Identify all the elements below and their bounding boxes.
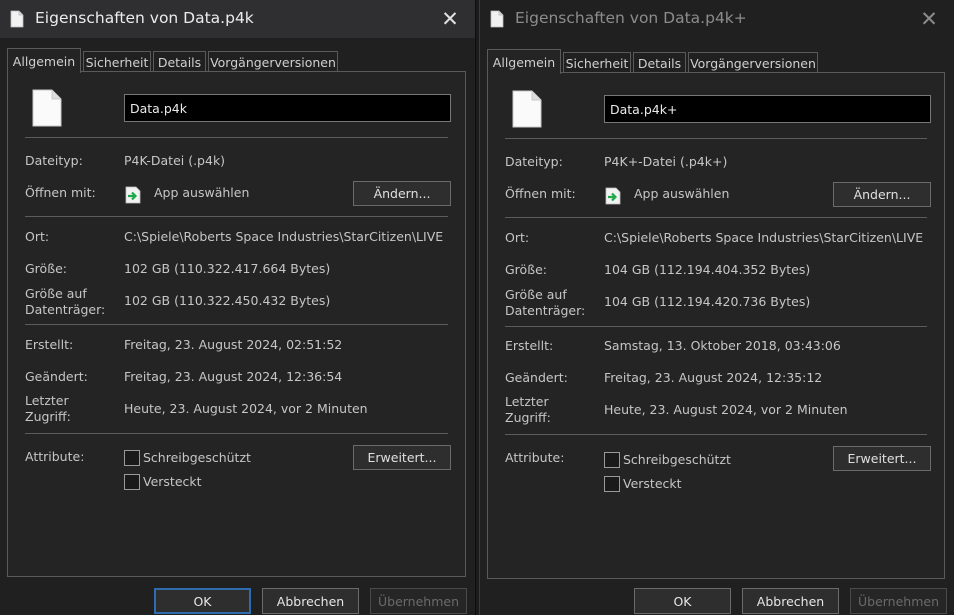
- modified-value: Freitag, 23. August 2024, 12:36:54: [124, 369, 343, 384]
- separator: [505, 326, 927, 327]
- modified-label: Geändert:: [505, 370, 568, 385]
- filetype-value: P4K-Datei (.p4k): [124, 153, 226, 168]
- cancel-button[interactable]: Abbrechen: [742, 588, 839, 614]
- apply-button[interactable]: Übernehmen: [370, 588, 467, 614]
- size-value: 104 GB (112.194.404.352 Bytes): [604, 262, 811, 277]
- location-value: C:\Spiele\Roberts Space Industries\StarC…: [604, 230, 924, 245]
- cancel-button[interactable]: Abbrechen: [262, 588, 359, 614]
- modified-value: Freitag, 23. August 2024, 12:35:12: [604, 370, 823, 385]
- filetype-label: Dateityp:: [25, 153, 83, 168]
- filetype-label: Dateityp:: [505, 154, 563, 169]
- created-value: Samstag, 13. Oktober 2018, 03:43:06: [604, 338, 841, 353]
- separator: [505, 217, 927, 218]
- size-label: Größe:: [25, 261, 67, 276]
- attributes-label: Attribute:: [505, 450, 565, 465]
- document-icon: [10, 10, 24, 28]
- blank-file-icon: [512, 90, 542, 128]
- ok-button[interactable]: OK: [634, 588, 731, 614]
- tab-details[interactable]: Details: [153, 51, 206, 72]
- separator: [25, 137, 448, 138]
- dialog-title: Eigenschaften von Data.p4k+: [515, 9, 747, 27]
- location-label: Ort:: [25, 229, 50, 244]
- properties-dialog-data-p4k: Eigenschaften von Data.p4k ✕ Allgemein S…: [0, 0, 476, 615]
- advanced-button[interactable]: Erweitert...: [833, 446, 931, 471]
- tab-vorgaengerversionen[interactable]: Vorgängerversionen: [688, 52, 818, 73]
- general-tab-panel: Dateityp: P4K+-Datei (.p4k+) Öffnen mit:…: [487, 72, 945, 579]
- general-tab-panel: Dateityp: P4K-Datei (.p4k) Öffnen mit: A…: [7, 71, 466, 577]
- size-value: 102 GB (110.322.417.664 Bytes): [124, 261, 331, 276]
- size-label: Größe:: [505, 262, 547, 277]
- separator: [505, 138, 927, 139]
- ok-button[interactable]: OK: [154, 588, 251, 614]
- tab-vorgaengerversionen[interactable]: Vorgängerversionen: [208, 51, 338, 72]
- separator: [25, 324, 448, 325]
- created-label: Erstellt:: [505, 338, 554, 353]
- disksize-label: Größe auf Datenträger:: [25, 286, 106, 317]
- change-button[interactable]: Ändern...: [833, 182, 931, 207]
- readonly-checkbox[interactable]: [604, 452, 620, 468]
- tab-sicherheit[interactable]: Sicherheit: [83, 51, 151, 72]
- tab-allgemein[interactable]: Allgemein: [7, 48, 81, 73]
- separator: [25, 216, 448, 217]
- advanced-button[interactable]: Erweitert...: [353, 445, 451, 470]
- open-with-app-icon: [125, 186, 141, 204]
- document-icon: [490, 10, 504, 28]
- tab-details[interactable]: Details: [633, 52, 686, 73]
- filename-input[interactable]: [604, 95, 931, 123]
- blank-file-icon: [32, 89, 62, 127]
- openwith-value: App auswählen: [634, 186, 730, 201]
- filetype-value: P4K+-Datei (.p4k+): [604, 154, 728, 169]
- change-button[interactable]: Ändern...: [353, 181, 451, 206]
- accessed-value: Heute, 23. August 2024, vor 2 Minuten: [124, 401, 368, 416]
- accessed-label: Letzter Zugriff:: [25, 393, 71, 424]
- separator: [25, 433, 448, 434]
- apply-button[interactable]: Übernehmen: [850, 588, 947, 614]
- tab-allgemein[interactable]: Allgemein: [487, 49, 561, 74]
- title-bar[interactable]: Eigenschaften von Data.p4k+ ✕: [480, 0, 954, 38]
- accessed-value: Heute, 23. August 2024, vor 2 Minuten: [604, 402, 848, 417]
- accessed-label: Letzter Zugriff:: [505, 394, 551, 425]
- readonly-label[interactable]: Schreibgeschützt: [623, 452, 731, 467]
- separator: [505, 434, 927, 435]
- readonly-label[interactable]: Schreibgeschützt: [143, 450, 251, 465]
- hidden-checkbox[interactable]: [124, 474, 140, 490]
- modified-label: Geändert:: [25, 369, 88, 384]
- readonly-checkbox[interactable]: [124, 450, 140, 466]
- attributes-label: Attribute:: [25, 449, 85, 464]
- openwith-label: Öffnen mit:: [505, 186, 576, 201]
- close-icon[interactable]: ✕: [427, 1, 473, 37]
- hidden-label[interactable]: Versteckt: [143, 474, 202, 489]
- openwith-value: App auswählen: [154, 185, 250, 200]
- created-value: Freitag, 23. August 2024, 02:51:52: [124, 337, 343, 352]
- properties-dialog-data-p4k-plus: Eigenschaften von Data.p4k+ ✕ Allgemein …: [479, 0, 954, 615]
- location-value: C:\Spiele\Roberts Space Industries\StarC…: [124, 229, 444, 244]
- disksize-value: 102 GB (110.322.450.432 Bytes): [124, 293, 331, 308]
- tab-sicherheit[interactable]: Sicherheit: [563, 52, 631, 73]
- openwith-label: Öffnen mit:: [25, 185, 96, 200]
- dialog-title: Eigenschaften von Data.p4k: [35, 9, 254, 27]
- filename-input[interactable]: [124, 94, 451, 122]
- close-icon[interactable]: ✕: [906, 1, 952, 37]
- disksize-value: 104 GB (112.194.420.736 Bytes): [604, 294, 811, 309]
- open-with-app-icon: [605, 187, 621, 205]
- created-label: Erstellt:: [25, 337, 74, 352]
- title-bar[interactable]: Eigenschaften von Data.p4k ✕: [0, 0, 475, 38]
- location-label: Ort:: [505, 230, 530, 245]
- disksize-label: Größe auf Datenträger:: [505, 287, 586, 318]
- hidden-label[interactable]: Versteckt: [623, 476, 682, 491]
- hidden-checkbox[interactable]: [604, 476, 620, 492]
